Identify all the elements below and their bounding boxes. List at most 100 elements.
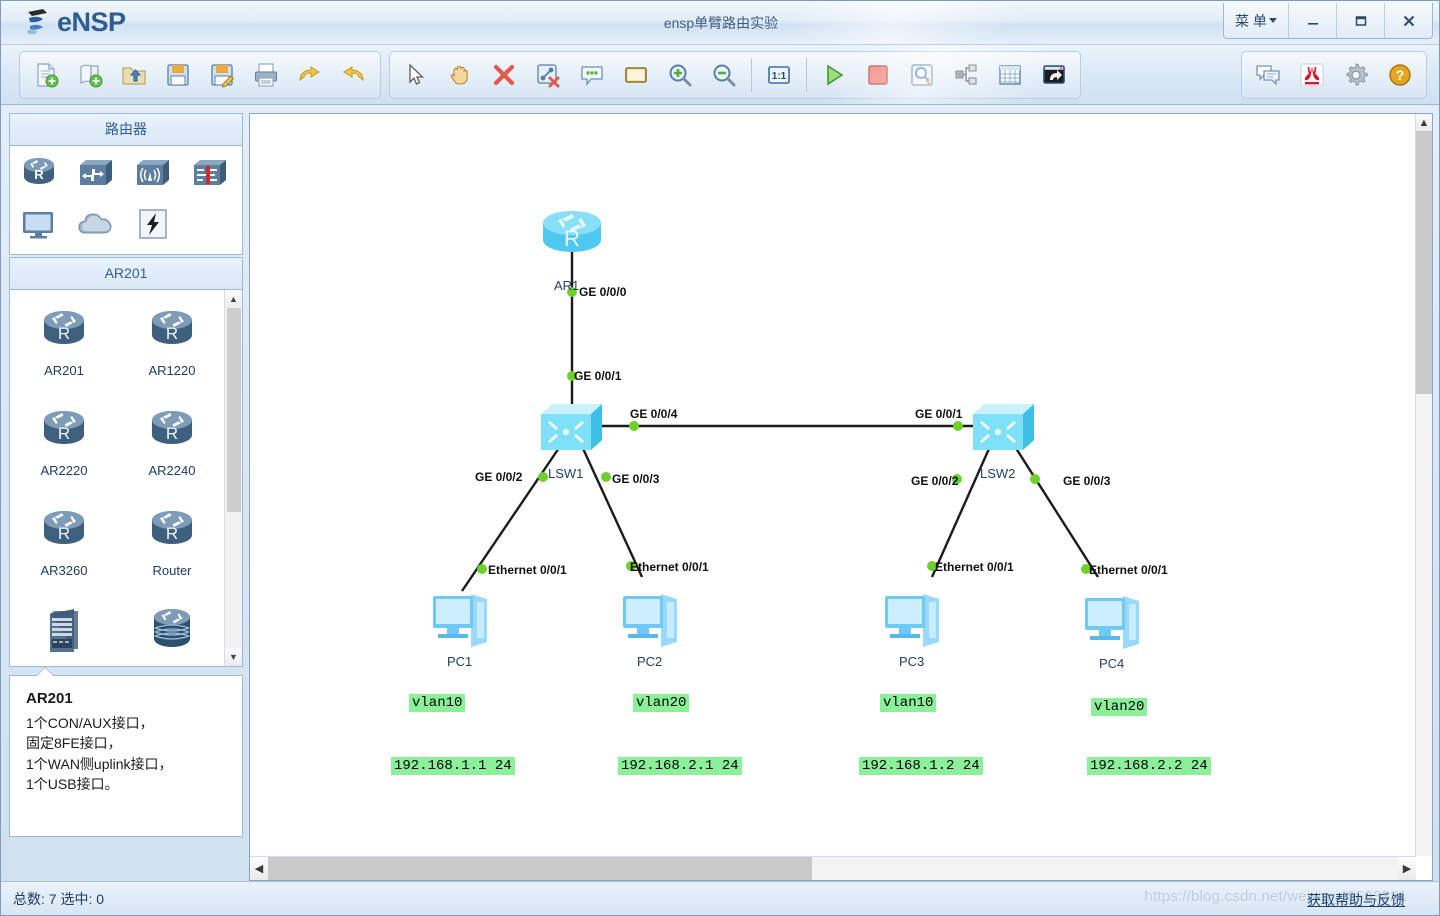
port-label: GE 0/0/0	[579, 285, 627, 299]
window-controls: 菜 单	[1223, 3, 1433, 39]
port-label: GE 0/0/2	[475, 470, 523, 484]
help-question-icon[interactable]: ?	[1378, 55, 1422, 95]
annotation-tag[interactable]: 192.168.1.2 24	[859, 757, 983, 775]
forum-icon[interactable]	[1246, 55, 1290, 95]
wlan-class-icon[interactable]	[132, 152, 174, 196]
device-model-ar2240[interactable]: R AR2240	[118, 396, 226, 496]
redo-icon[interactable]	[332, 55, 376, 95]
connection-class-icon[interactable]	[132, 202, 174, 246]
topology-node-pc2	[623, 594, 677, 647]
maximize-button[interactable]	[1336, 3, 1384, 38]
scroll-thumb[interactable]	[226, 308, 241, 512]
topology-node-pc1	[433, 594, 487, 647]
save-icon[interactable]	[156, 55, 200, 95]
main-toolbar: 1:1 ?	[1, 45, 1439, 105]
scroll-up-icon[interactable]: ▲	[224, 290, 242, 308]
toolbar-divider	[806, 58, 807, 92]
close-button[interactable]	[1384, 3, 1432, 38]
canvas-vertical-scrollbar[interactable]: ▲	[1415, 114, 1432, 856]
port-label: GE 0/0/4	[630, 407, 678, 421]
select-pointer-icon[interactable]	[394, 55, 438, 95]
hand-pan-icon[interactable]	[438, 55, 482, 95]
device-model-ne40e[interactable]: NE40E	[10, 596, 118, 666]
device-class-tray: R	[9, 145, 243, 255]
toolbar-divider	[751, 58, 752, 92]
tooltip-arrow	[36, 667, 54, 676]
scroll-left-icon[interactable]: ◀	[250, 857, 268, 880]
topology-graphics: R	[433, 211, 1139, 649]
device-model-ar201[interactable]: R AR201	[10, 296, 118, 396]
grid-icon[interactable]	[988, 55, 1032, 95]
save-as-icon[interactable]	[200, 55, 244, 95]
router-icon: R	[145, 500, 199, 562]
zoom-out-icon[interactable]	[702, 55, 746, 95]
delete-link-icon[interactable]	[526, 55, 570, 95]
endpoint-class-icon[interactable]	[18, 202, 60, 246]
annotation-tag[interactable]: vlan10	[880, 694, 937, 712]
device-model-ne5000e[interactable]: NE5000E	[118, 596, 226, 666]
rectangle-shape-icon[interactable]	[614, 55, 658, 95]
device-model-label: AR1220	[148, 363, 196, 378]
firewall-class-icon[interactable]	[189, 152, 231, 196]
device-model-list[interactable]: R AR201 R AR1220 R AR2220 R AR2240 R AR3…	[9, 289, 243, 667]
scroll-up-icon[interactable]: ▲	[1416, 114, 1432, 131]
screen-recorder-icon[interactable]	[1032, 55, 1076, 95]
device-list-scrollbar[interactable]: ▲ ▼	[224, 290, 242, 666]
topology-canvas[interactable]: R AR1 LSW1 LSW2 PC1 PC2 PC3 PC4 GE 0/0/0…	[250, 114, 1416, 856]
device-model-ar3260[interactable]: R AR3260	[10, 496, 118, 596]
zoom-reset-icon[interactable]: 1:1	[757, 55, 801, 95]
node-label-pc4: PC4	[1099, 656, 1125, 671]
core-router-icon	[145, 600, 199, 662]
topology-node-lsw2	[973, 404, 1034, 450]
packet-capture-icon[interactable]	[900, 55, 944, 95]
device-panel: 路由器 R AR201 R AR201 R AR1220 R AR2220 R …	[9, 113, 243, 881]
router-icon: R	[37, 300, 91, 362]
scroll-thumb[interactable]	[1416, 131, 1432, 394]
annotation-tag[interactable]: 192.168.1.1 24	[391, 757, 515, 775]
scroll-right-icon[interactable]: ▶	[1398, 857, 1416, 880]
switch-class-icon[interactable]	[75, 152, 117, 196]
zoom-in-icon[interactable]	[658, 55, 702, 95]
annotation-tag[interactable]: 192.168.2.1 24	[618, 757, 742, 775]
stop-all-icon[interactable]	[856, 55, 900, 95]
node-label-pc3: PC3	[899, 654, 925, 669]
device-model-grid: R AR201 R AR1220 R AR2220 R AR2240 R AR3…	[10, 296, 226, 666]
settings-gear-icon[interactable]	[1334, 55, 1378, 95]
device-model-ar2220[interactable]: R AR2220	[10, 396, 118, 496]
cloud-class-icon[interactable]	[75, 202, 117, 246]
annotation-tag[interactable]: vlan20	[633, 694, 690, 712]
help-feedback-link[interactable]: 获取帮助与反馈	[1307, 890, 1405, 910]
open-folder-icon[interactable]	[112, 55, 156, 95]
scroll-thumb[interactable]	[268, 857, 812, 880]
status-counts: 总数: 7 选中: 0	[13, 891, 105, 907]
annotation-tag[interactable]: vlan10	[409, 694, 466, 712]
huawei-logo-icon[interactable]	[1290, 55, 1334, 95]
topology-node-lsw1	[541, 404, 602, 450]
device-model-ar1220[interactable]: R AR1220	[118, 296, 226, 396]
router-icon: R	[37, 400, 91, 462]
device-model-router[interactable]: R Router	[118, 496, 226, 596]
title-bar: eNSP ensp单臂路由实验 菜 单	[1, 1, 1439, 45]
start-all-icon[interactable]	[812, 55, 856, 95]
annotation-tag[interactable]: 192.168.2.2 24	[1087, 757, 1211, 775]
undo-icon[interactable]	[288, 55, 332, 95]
node-label-ar1: AR1	[554, 278, 580, 293]
router-class-icon[interactable]: R	[18, 152, 60, 196]
minimize-button[interactable]	[1288, 3, 1336, 38]
status-bar: 总数: 7 选中: 0 https://blog.csdn.net/weixin…	[1, 881, 1439, 915]
scroll-down-icon[interactable]: ▼	[224, 648, 242, 666]
delete-icon[interactable]	[482, 55, 526, 95]
svg-text:1:1: 1:1	[772, 71, 787, 82]
annotation-tag[interactable]: vlan20	[1091, 698, 1148, 716]
device-model-label: AR3260	[40, 563, 88, 578]
new-topology-icon[interactable]	[24, 55, 68, 95]
port-label: Ethernet 0/0/1	[935, 560, 1014, 574]
topology-tree-icon[interactable]	[944, 55, 988, 95]
toolbar-group-file	[19, 51, 381, 99]
print-icon[interactable]	[244, 55, 288, 95]
menu-button[interactable]: 菜 单	[1224, 3, 1288, 38]
canvas-horizontal-scrollbar[interactable]: ◀ ▶	[250, 856, 1416, 880]
new-blank-icon[interactable]	[68, 55, 112, 95]
svg-text:R: R	[58, 324, 70, 343]
comment-icon[interactable]	[570, 55, 614, 95]
